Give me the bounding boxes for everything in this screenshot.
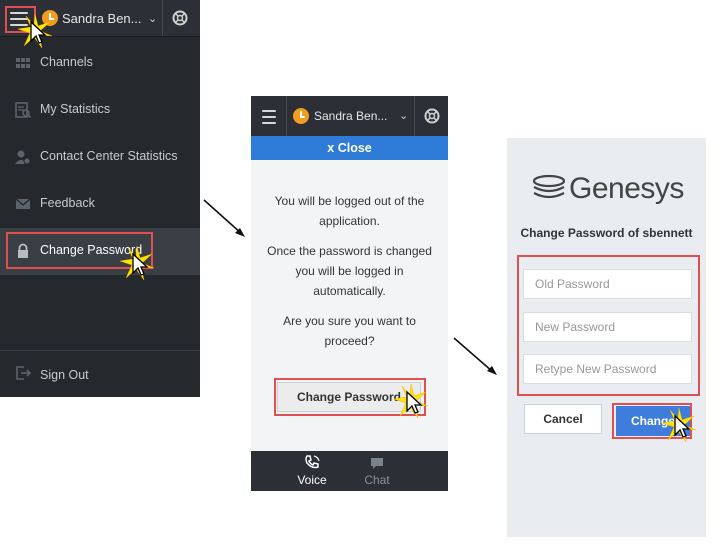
highlight-box-password-fields (517, 255, 700, 396)
phone-icon (305, 455, 320, 469)
main-menu-panel: Sandra Ben... ⌄ Channels My Statistics C… (0, 0, 200, 397)
menu-item-label: My Statistics (40, 102, 111, 116)
envelope-icon (15, 198, 31, 209)
menu-item-my-statistics[interactable]: My Statistics (0, 87, 200, 134)
close-button[interactable]: x Close (251, 136, 448, 160)
page-title: Change Password of sbennett (520, 226, 693, 240)
contact-center-icon (15, 150, 31, 165)
sign-out-label: Sign Out (40, 368, 89, 382)
divider (0, 350, 200, 351)
hamburger-menu-icon[interactable] (262, 110, 276, 124)
menu-item-contact-center-statistics[interactable]: Contact Center Statistics (0, 134, 200, 181)
channel-tab-bar: Voice Chat (251, 451, 448, 491)
genesys-logo-text: Genesys (569, 172, 684, 205)
flow-arrow (453, 337, 497, 375)
support-lifebuoy-icon[interactable] (172, 10, 188, 26)
cancel-button[interactable]: Cancel (524, 404, 602, 434)
chat-icon (371, 458, 383, 469)
menu-item-label: Feedback (40, 196, 95, 210)
grid-icon (16, 58, 30, 68)
agent-name[interactable]: Sandra Ben... (314, 109, 387, 123)
agent-name[interactable]: Sandra Ben... (62, 11, 142, 26)
statistics-icon (15, 102, 31, 118)
logout-confirmation-panel: Sandra Ben... ⌄ x Close You will be logg… (251, 96, 448, 491)
menu-top-bar: Sandra Ben... ⌄ (0, 0, 200, 48)
menu-item-label: Contact Center Statistics (40, 149, 178, 163)
divider (286, 96, 287, 136)
click-cursor-icon (394, 384, 428, 418)
proceed-question: Are you sure you want to proceed? (283, 314, 416, 348)
support-lifebuoy-icon[interactable] (424, 108, 440, 124)
tab-voice[interactable]: Voice (281, 451, 343, 491)
logout-message: You will be logged out of the applicatio… (274, 194, 425, 228)
divider (162, 0, 163, 36)
divider (414, 96, 415, 136)
click-cursor-icon (120, 246, 154, 280)
tab-chat-label: Chat (364, 473, 390, 487)
menu-item-feedback[interactable]: Feedback (0, 181, 200, 228)
tab-chat[interactable]: Chat (346, 451, 408, 491)
auto-login-message: Once the password is changed you will be… (267, 244, 432, 298)
confirm-top-bar: Sandra Ben... ⌄ (251, 96, 448, 136)
change-password-panel: Genesys Change Password of sbennett Canc… (507, 138, 706, 537)
flow-arrow (203, 199, 245, 237)
click-cursor-icon (662, 408, 696, 442)
menu-item-channels[interactable]: Channels (0, 40, 200, 87)
chevron-down-icon[interactable]: ⌄ (148, 12, 157, 25)
tab-voice-label: Voice (297, 473, 327, 487)
sign-out-icon (16, 366, 31, 380)
menu-item-label: Channels (40, 55, 93, 69)
status-clock-icon[interactable] (293, 108, 309, 124)
genesys-logo-icon (532, 174, 566, 199)
menu-item-sign-out[interactable]: Sign Out (0, 352, 200, 397)
chevron-down-icon[interactable]: ⌄ (399, 109, 408, 122)
